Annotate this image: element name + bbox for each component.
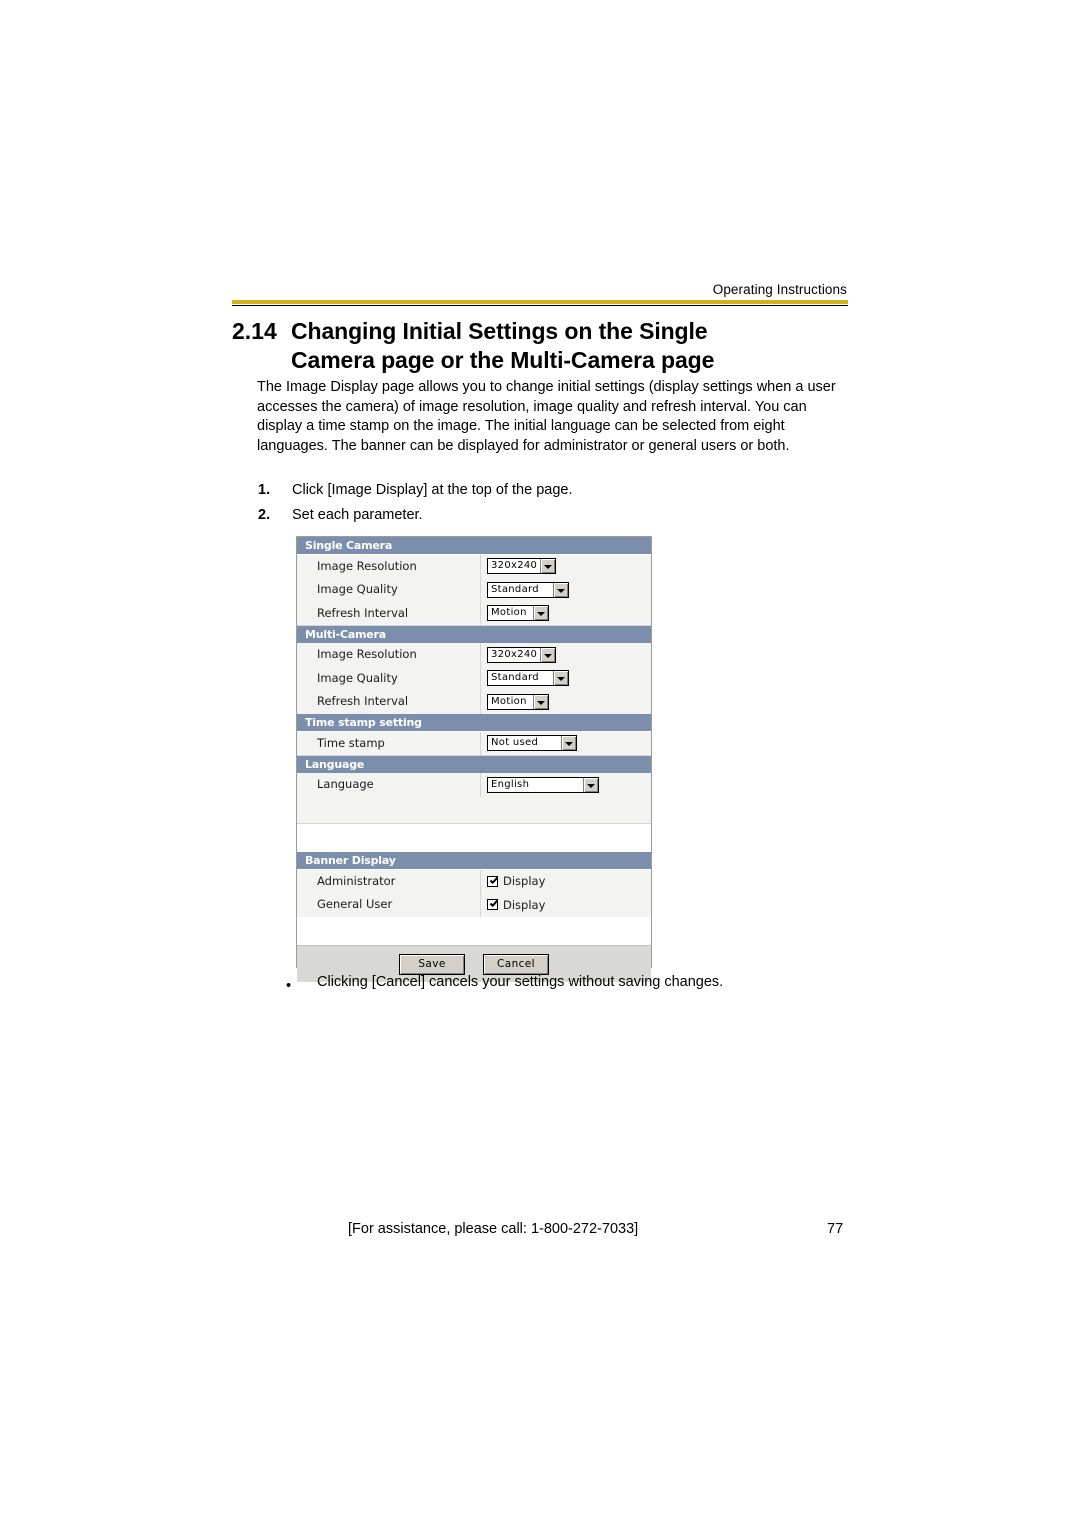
step-1-number: 1. [258,482,271,498]
table-row: Time stamp Not used [297,731,651,756]
bullet-marker: • [286,978,292,994]
spacer-row [297,797,651,824]
general-user-display-checkbox[interactable]: Display [487,898,545,912]
row-field: 320x240 [481,643,651,667]
chevron-down-icon[interactable] [540,647,555,662]
section-header-single-camera: Single Camera [297,537,651,555]
step-1-text: Click [Image Display] at the top of the … [292,482,573,498]
row-label: General User [297,893,481,917]
table-row: Image Resolution 320x240 [297,643,651,667]
row-field: Display [481,893,651,917]
cancel-button[interactable]: Cancel [483,953,549,975]
chevron-down-icon[interactable] [561,736,576,751]
select-value: Motion [491,695,527,707]
row-label: Administrator [297,869,481,893]
row-field: Motion [481,601,651,625]
bullet-text: Clicking [Cancel] cancels your settings … [317,974,724,990]
select-value: Standard [491,672,539,684]
row-field: English [481,773,651,797]
chevron-down-icon[interactable] [533,606,548,621]
administrator-display-checkbox[interactable]: Display [487,874,545,888]
row-label: Image Quality [297,578,481,602]
section-gap [297,824,651,852]
select-value: 320x240 [491,648,538,660]
chevron-down-icon[interactable] [533,694,548,709]
refresh-interval-select-single[interactable]: Motion [487,605,549,622]
footer-page-number: 77 [827,1221,844,1237]
row-field: Motion [481,690,651,714]
header-rule-black [232,305,848,306]
chevron-down-icon[interactable] [583,777,598,792]
row-label: Image Resolution [297,554,481,578]
select-value: English [491,778,530,790]
refresh-interval-select-multi[interactable]: Motion [487,693,549,710]
section-number: 2.14 [232,318,277,344]
page-title-line2: Camera page or the Multi-Camera page [291,347,715,373]
time-stamp-select[interactable]: Not used [487,735,577,752]
section-header-time-stamp: Time stamp setting [297,714,651,732]
select-value: Not used [491,737,539,749]
checkbox-label: Display [503,874,546,889]
select-value: Standard [491,583,539,595]
table-row: Language English [297,773,651,797]
checkbox-label: Display [503,897,546,912]
row-field: Standard [481,666,651,690]
section-header-banner-display: Banner Display [297,852,651,870]
settings-screenshot: Single Camera Image Resolution 320x240 I… [296,536,652,982]
row-label: Time stamp [297,731,481,755]
select-value: Motion [491,607,527,619]
select-value: 320x240 [491,560,538,572]
section-header-language: Language [297,755,651,774]
row-field: 320x240 [481,554,651,578]
image-resolution-select-single[interactable]: 320x240 [487,558,556,575]
table-row: Refresh Interval Motion [297,690,651,714]
page-title-line1: Changing Initial Settings on the Single [291,318,708,344]
row-label: Image Resolution [297,643,481,667]
row-label: Image Quality [297,666,481,690]
image-resolution-select-multi[interactable]: 320x240 [487,646,556,663]
step-2-number: 2. [258,507,271,523]
checkbox-icon[interactable] [487,875,498,887]
button-bar-gap [297,917,651,945]
save-button[interactable]: Save [399,953,465,975]
image-quality-select-multi[interactable]: Standard [487,670,569,687]
row-field: Not used [481,731,651,755]
intro-paragraph: The Image Display page allows you to cha… [257,379,836,454]
row-field: Standard [481,578,651,602]
running-head: Operating Instructions [712,282,847,297]
language-select[interactable]: English [487,776,599,793]
section-header-multi-camera: Multi-Camera [297,625,651,644]
table-row: Refresh Interval Motion [297,601,651,626]
checkbox-icon[interactable] [487,899,498,911]
row-label: Language [297,773,481,797]
row-field: Display [481,869,651,893]
row-label: Refresh Interval [297,601,481,625]
document-page: Operating Instructions 2.14 Changing Ini… [0,0,1080,1528]
step-2-text: Set each parameter. [292,507,423,523]
row-label: Refresh Interval [297,690,481,714]
chevron-down-icon[interactable] [540,559,555,574]
footer-assistance: [For assistance, please call: 1-800-272-… [348,1221,639,1237]
chevron-down-icon[interactable] [553,582,568,597]
table-row: Image Quality Standard [297,578,651,602]
header-rule-gold [232,300,848,304]
table-row: General User Display [297,893,651,917]
table-row: Image Quality Standard [297,666,651,691]
table-row: Administrator Display [297,869,651,894]
table-row: Image Resolution 320x240 [297,554,651,579]
image-quality-select-single[interactable]: Standard [487,581,569,598]
chevron-down-icon[interactable] [553,671,568,686]
